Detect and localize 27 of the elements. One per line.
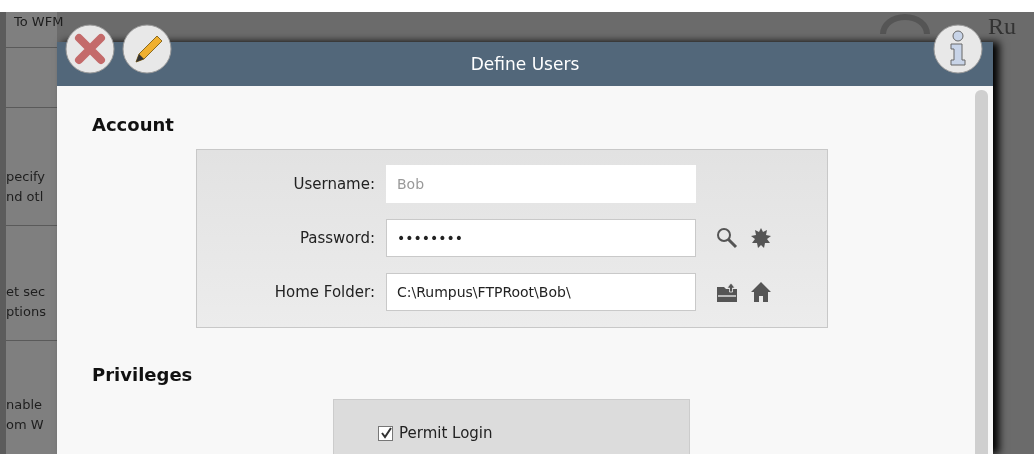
- folder-upload-icon[interactable]: [716, 281, 738, 303]
- field-label: Username:: [292, 175, 376, 193]
- gear-icon[interactable]: [750, 227, 772, 249]
- search-icon[interactable]: [716, 227, 738, 249]
- logo-text: Ru: [988, 12, 1016, 40]
- info-icon[interactable]: [933, 24, 983, 74]
- background-text: To WFM: [14, 13, 64, 31]
- background-text: pecify: [6, 168, 46, 186]
- home-icon[interactable]: [750, 281, 772, 303]
- close-icon[interactable]: [65, 24, 115, 74]
- section-heading: Account: [92, 114, 175, 135]
- background-text: et sec: [6, 283, 46, 301]
- logo-icon: [880, 14, 930, 34]
- background-text: om W: [6, 416, 44, 434]
- pencil-icon[interactable]: [122, 24, 172, 74]
- window-title: Define Users: [470, 54, 580, 74]
- scrollbar[interactable]: [975, 90, 988, 454]
- input-field[interactable]: ••••••••: [386, 219, 696, 257]
- checkbox[interactable]: [378, 425, 393, 441]
- background-text: nd otl: [6, 188, 45, 206]
- field-label: Home Folder:: [273, 283, 376, 301]
- input-field[interactable]: C:\Rumpus\FTPRoot\Bob\: [386, 273, 696, 311]
- section-heading: Privileges: [92, 364, 194, 385]
- background-text: nable: [6, 396, 44, 414]
- background-text: ptions: [6, 303, 46, 321]
- field-label: Password:: [298, 229, 376, 247]
- permit-checkbox[interactable]: Permit Login: [378, 424, 689, 442]
